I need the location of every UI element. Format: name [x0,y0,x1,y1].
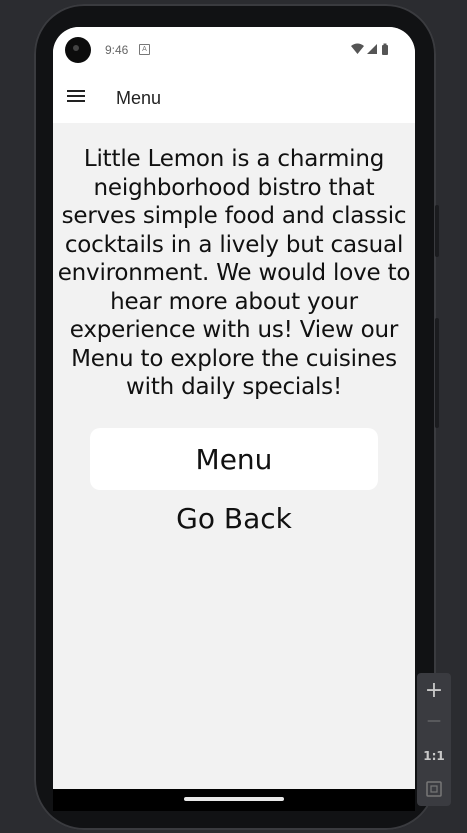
app-bar-title: Menu [116,88,162,108]
status-bar: 9:46 A [53,27,415,71]
top-app-bar: Menu [53,71,415,123]
home-handle[interactable] [184,797,284,801]
emulator-zoom-panel: + — 1:1 [417,673,451,806]
battery-icon [382,43,388,55]
menu-button[interactable]: Menu [90,428,378,490]
zoom-in-button[interactable]: + [417,678,451,703]
signal-icon [367,44,377,54]
device-screen: 9:46 A Menu Little Lemon is a charming n… [53,27,415,789]
wifi-icon [351,43,364,54]
hamburger-menu-icon[interactable] [67,90,85,104]
status-icons [351,43,391,55]
go-back-button[interactable]: Go Back [90,497,378,541]
notification-icon: A [139,44,150,55]
actual-size-button[interactable]: 1:1 [417,749,451,763]
power-button[interactable] [435,205,439,257]
restaurant-description: Little Lemon is a charming neighborhood … [57,146,411,400]
status-time: 9:46 [105,43,129,57]
zoom-out-button[interactable]: — [417,713,451,729]
front-camera [65,37,91,63]
fit-screen-icon[interactable] [417,781,451,801]
gesture-navigation-bar [53,789,415,811]
volume-button[interactable] [435,318,439,428]
